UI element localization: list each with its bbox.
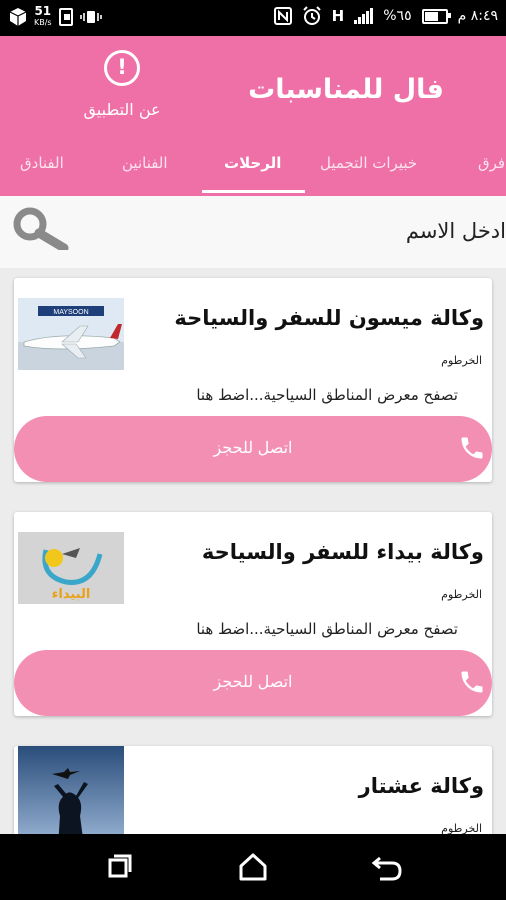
status-bar: 51 KB/s H %٦٥ ٨:٤٩ م bbox=[0, 0, 506, 36]
agency-name: وكالة ميسون للسفر والسياحة bbox=[174, 306, 484, 330]
call-button-label: اتصل للحجز bbox=[213, 674, 293, 691]
back-icon[interactable] bbox=[370, 850, 404, 884]
info-icon: ! bbox=[104, 50, 140, 86]
agency-name: وكالة عشتار bbox=[358, 774, 484, 798]
alarm-icon bbox=[302, 6, 321, 25]
browse-gallery-link[interactable]: تصفح معرض المناطق السياحية...اضط هنا bbox=[196, 386, 458, 404]
agency-thumbnail-airplane: MAYSOON bbox=[18, 298, 124, 370]
tab-trips[interactable]: الرحلات bbox=[224, 154, 281, 172]
active-tab-indicator bbox=[202, 190, 305, 193]
tab-artists[interactable]: الفنانين bbox=[122, 154, 168, 172]
recent-apps-icon[interactable] bbox=[102, 850, 136, 884]
agency-card[interactable]: وكالة عشتار الخرطوم bbox=[14, 746, 492, 846]
about-label: عن التطبيق bbox=[83, 100, 161, 119]
sim-card-icon bbox=[58, 8, 73, 26]
app-title: فال للمناسبات bbox=[248, 74, 444, 105]
data-cube-icon bbox=[9, 8, 27, 26]
tab-beauty-experts[interactable]: خبيرات التجميل bbox=[320, 154, 417, 172]
home-icon[interactable] bbox=[236, 850, 270, 884]
svg-text:البيداء: البيداء bbox=[52, 587, 91, 602]
agency-city: الخرطوم bbox=[441, 354, 482, 367]
svg-text:MAYSOON: MAYSOON bbox=[53, 309, 88, 316]
search-input[interactable] bbox=[104, 212, 506, 250]
agency-card[interactable]: البيداء وكالة بيداء للسفر والسياحة الخرط… bbox=[14, 512, 492, 716]
search-bar bbox=[0, 196, 506, 268]
signal-icon bbox=[354, 8, 374, 24]
nfc-icon bbox=[273, 7, 292, 25]
about-button[interactable]: ! عن التطبيق bbox=[70, 50, 174, 119]
app-bar: ! عن التطبيق فال للمناسبات الفنادق الفنا… bbox=[0, 36, 506, 196]
call-to-book-button[interactable]: اتصل للحجز bbox=[14, 416, 492, 482]
agency-thumbnail-logo: البيداء bbox=[18, 532, 124, 604]
browse-gallery-link[interactable]: تصفح معرض المناطق السياحية...اضط هنا bbox=[196, 620, 458, 638]
call-button-label: اتصل للحجز bbox=[213, 440, 293, 457]
network-speed: 51 KB/s bbox=[34, 4, 52, 27]
search-icon[interactable] bbox=[10, 206, 72, 250]
network-h-icon: H bbox=[331, 7, 345, 25]
clock: ٨:٤٩ م bbox=[457, 8, 498, 24]
battery-icon bbox=[421, 8, 451, 24]
vibrate-icon bbox=[79, 11, 102, 23]
agency-card[interactable]: MAYSOON وكالة ميسون للسفر والسياحة الخرط… bbox=[14, 278, 492, 482]
agency-name: وكالة بيداء للسفر والسياحة bbox=[201, 540, 484, 564]
agency-thumbnail-silhouette bbox=[18, 746, 124, 846]
battery-percent: %٦٥ bbox=[383, 8, 412, 24]
system-nav-bar bbox=[0, 834, 506, 900]
call-to-book-button[interactable]: اتصل للحجز bbox=[14, 650, 492, 716]
phone-icon bbox=[461, 437, 483, 459]
phone-icon bbox=[461, 671, 483, 693]
agency-city: الخرطوم bbox=[441, 588, 482, 601]
tab-bands[interactable]: فرق bbox=[478, 154, 505, 172]
tab-hotels[interactable]: الفنادق bbox=[20, 154, 64, 172]
